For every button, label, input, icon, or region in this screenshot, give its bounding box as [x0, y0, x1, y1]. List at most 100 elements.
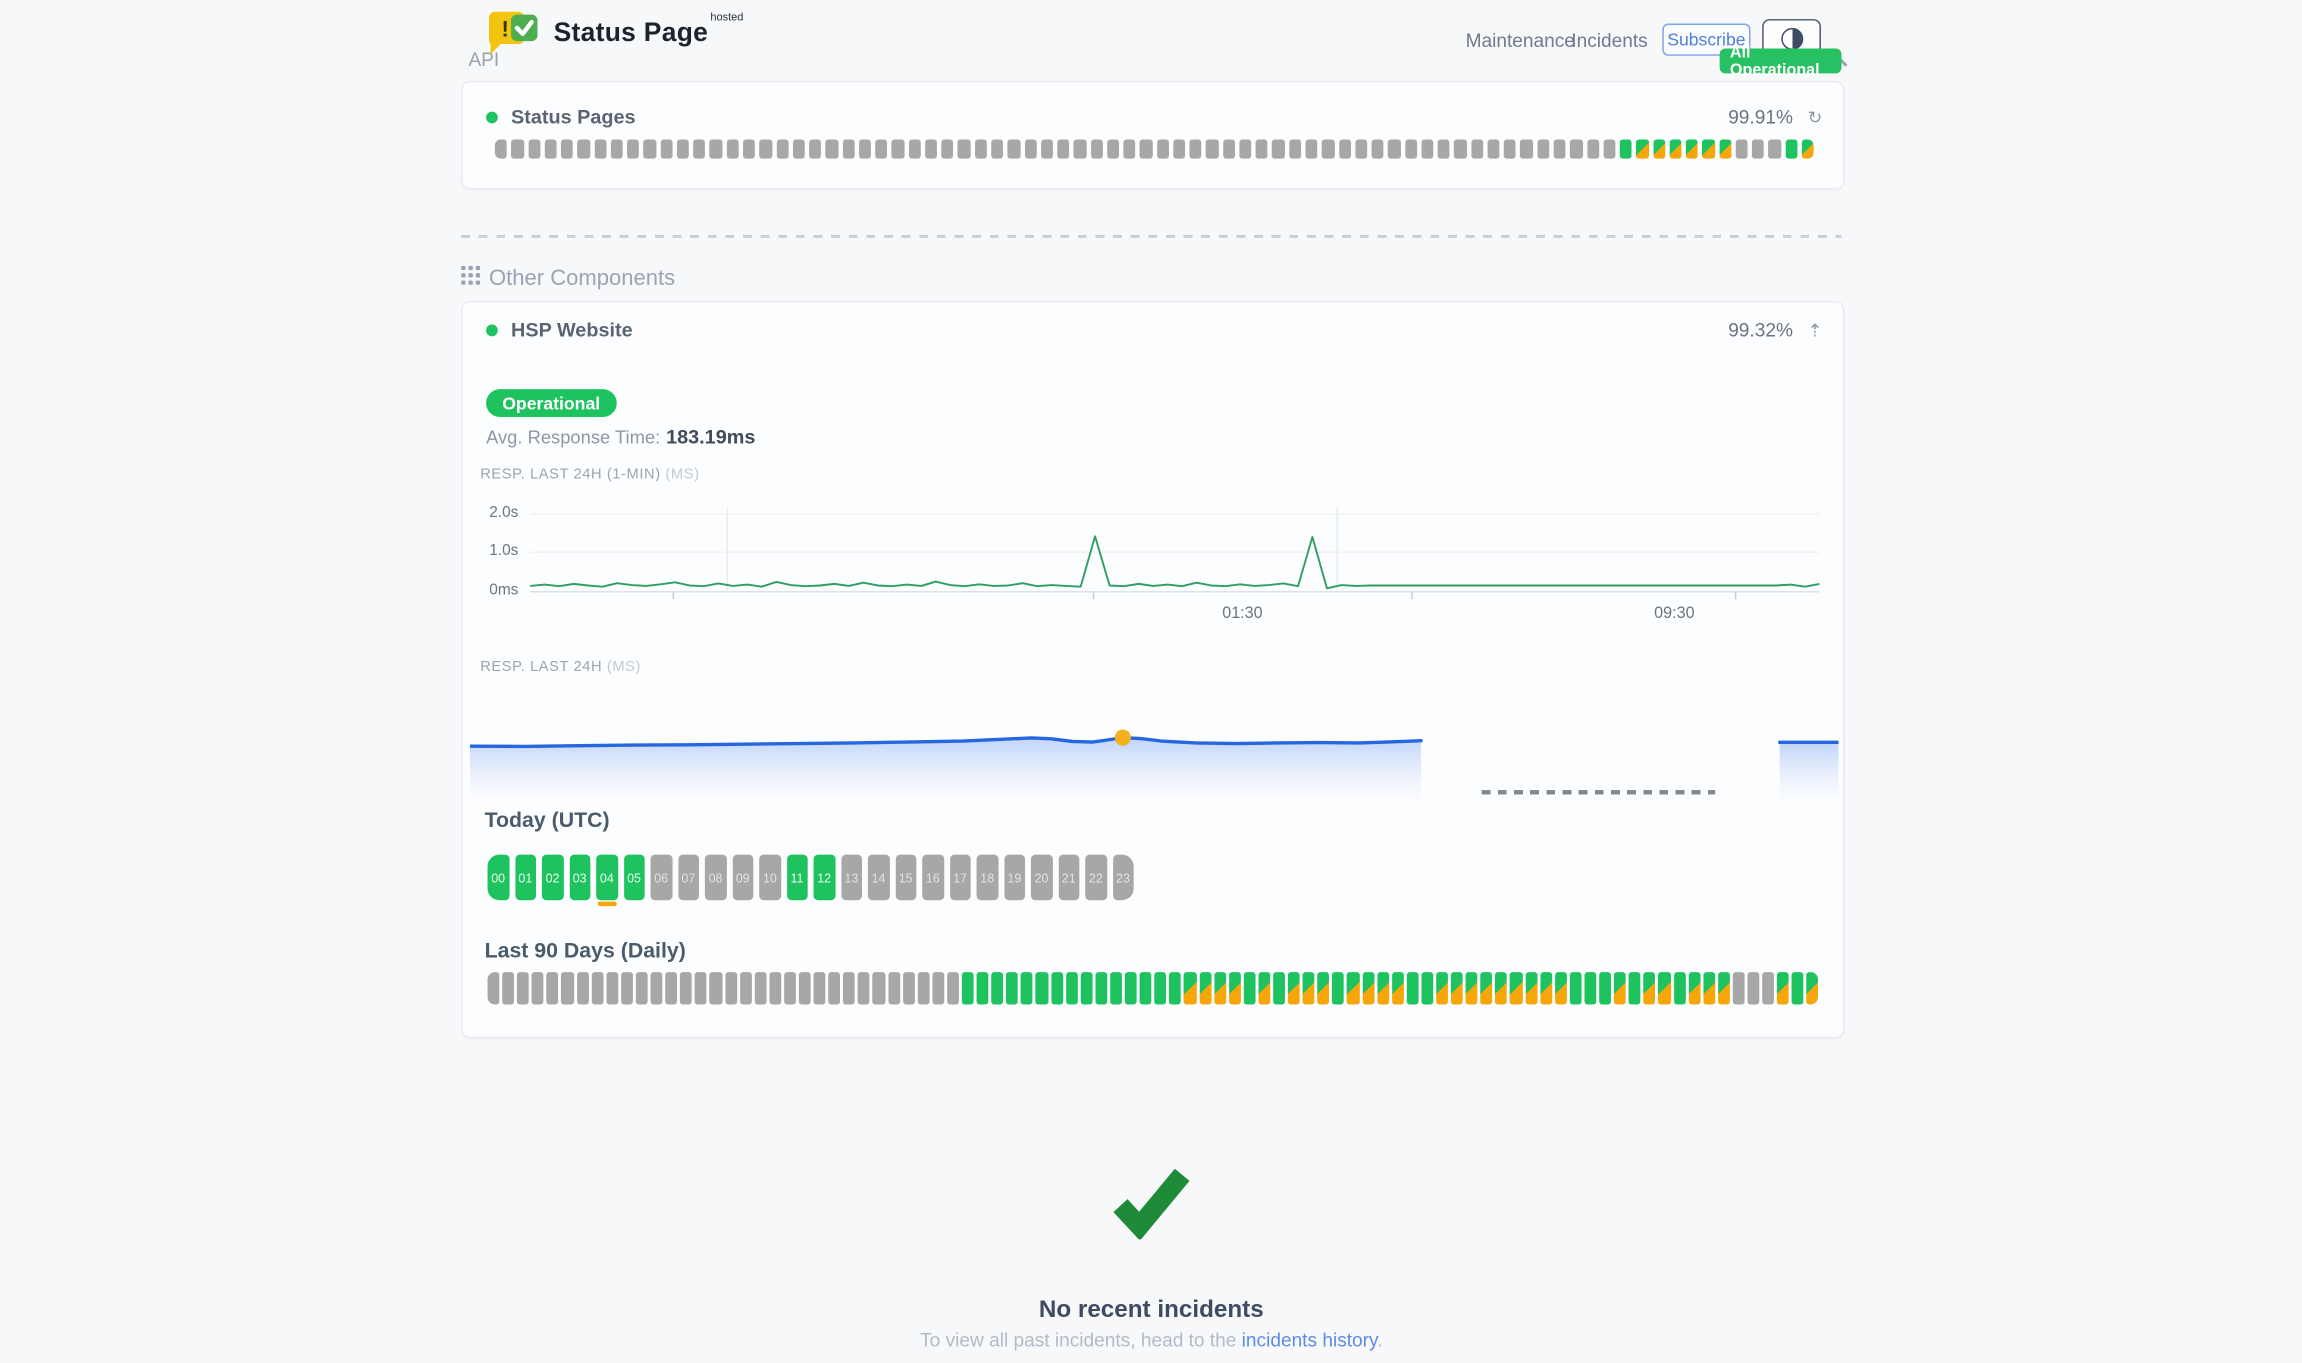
chart1-xtick: 01:30 — [1222, 605, 1262, 623]
day-block — [591, 972, 603, 1004]
day-block — [1184, 972, 1196, 1004]
day-block — [873, 972, 885, 1004]
nav-incidents[interactable]: Incidents — [1571, 29, 1647, 51]
day-block — [532, 972, 544, 1004]
uptime-tick — [776, 140, 788, 159]
day-block — [606, 972, 618, 1004]
uptime-tick — [1785, 140, 1797, 159]
day-block — [621, 972, 633, 1004]
uptime-tick — [1504, 140, 1516, 159]
hour-block-19: 19 — [1004, 855, 1025, 901]
day-block — [740, 972, 752, 1004]
day-block — [1540, 972, 1552, 1004]
uptime-tick — [793, 140, 805, 159]
check-icon — [1109, 1163, 1194, 1239]
component-card-hsp-website: HSP Website 99.32% ⇡ Operational Avg. Re… — [461, 301, 1844, 1038]
day-block — [517, 972, 529, 1004]
day-block — [710, 972, 722, 1004]
hour-block-06: 06 — [651, 855, 672, 901]
uptime-tick — [1124, 140, 1136, 159]
day-block — [1525, 972, 1537, 1004]
day-block — [1703, 972, 1715, 1004]
header: ! Status Page hosted Maintenance Inciden… — [461, 0, 1841, 79]
section-title-api: API — [468, 48, 499, 70]
day-block — [488, 972, 500, 1004]
hour-block-05: 05 — [623, 855, 644, 901]
refresh-icon[interactable]: ↻ — [1808, 106, 1823, 127]
hour-block-14: 14 — [868, 855, 889, 901]
brand-name: Status Page — [554, 18, 709, 47]
nav-maintenance[interactable]: Maintenance — [1466, 29, 1575, 51]
no-incidents-check — [461, 1163, 1841, 1239]
hour-block-01: 01 — [515, 855, 536, 901]
uptime-tick — [528, 140, 540, 159]
day-block — [1614, 972, 1626, 1004]
chart1-ytick-2s: 2.0s — [474, 504, 518, 522]
day-block — [1495, 972, 1507, 1004]
day-block — [1555, 972, 1567, 1004]
incidents-history-link[interactable]: incidents history — [1242, 1329, 1377, 1351]
day-block — [665, 972, 677, 1004]
day-block — [1066, 972, 1078, 1004]
uptime-tick — [677, 140, 689, 159]
uptime-tick — [1669, 140, 1681, 159]
response-time-area-chart — [470, 721, 1839, 803]
uptime-tick — [1223, 140, 1235, 159]
collapse-arrow-icon[interactable]: ⇡ — [1808, 319, 1823, 340]
day-block — [725, 972, 737, 1004]
day-block — [1080, 972, 1092, 1004]
hour-block-20: 20 — [1031, 855, 1052, 901]
uptime-tick — [991, 140, 1003, 159]
day-block — [651, 972, 663, 1004]
uptime-tick — [1603, 140, 1615, 159]
uptime-tick — [1653, 140, 1665, 159]
uptime-tick — [743, 140, 755, 159]
uptime-tick — [760, 140, 772, 159]
uptime-tick — [1554, 140, 1566, 159]
uptime-tick — [1421, 140, 1433, 159]
day-block — [992, 972, 1004, 1004]
uptime-tickbar — [495, 140, 1814, 159]
uptime-percent: 99.32% — [1728, 319, 1793, 341]
day-block — [769, 972, 781, 1004]
status-page: ! Status Page hosted Maintenance Inciden… — [0, 0, 2302, 1363]
uptime-tick — [1487, 140, 1499, 159]
uptime-tick — [1272, 140, 1284, 159]
hour-degraded-strip — [598, 902, 616, 906]
day-block — [1599, 972, 1611, 1004]
day-block — [576, 972, 588, 1004]
day-block — [695, 972, 707, 1004]
day-block — [843, 972, 855, 1004]
grid-icon — [461, 266, 480, 291]
day-block — [1155, 972, 1167, 1004]
uptime-tick — [1355, 140, 1367, 159]
uptime-tick — [1306, 140, 1318, 159]
hour-block-17: 17 — [949, 855, 970, 901]
day-block — [1006, 972, 1018, 1004]
days-title: Last 90 Days (Daily) — [485, 940, 686, 963]
day-block — [754, 972, 766, 1004]
day-block — [1125, 972, 1137, 1004]
uptime-tick — [693, 140, 705, 159]
day-block — [1258, 972, 1270, 1004]
uptime-tick — [627, 140, 639, 159]
uptime-tick — [859, 140, 871, 159]
day-block — [932, 972, 944, 1004]
day-block — [1407, 972, 1419, 1004]
uptime-tick — [1140, 140, 1152, 159]
day-block — [1288, 972, 1300, 1004]
component-card-status-pages: Status Pages 99.91% ↻ — [461, 81, 1844, 190]
day-block — [1644, 972, 1656, 1004]
day-block — [1762, 972, 1774, 1004]
overall-status-badge[interactable]: All Operational — [1720, 48, 1842, 73]
operational-badge: Operational — [486, 389, 616, 417]
hour-block-18: 18 — [977, 855, 998, 901]
chart1-ytick-1s: 1.0s — [474, 542, 518, 560]
uptime-tick — [1041, 140, 1053, 159]
day-block — [814, 972, 826, 1004]
no-data-dashed-line — [1482, 790, 1715, 794]
uptime-tick — [1190, 140, 1202, 159]
uptime-tick — [1405, 140, 1417, 159]
day-block — [1807, 972, 1819, 1004]
uptime-tick — [1537, 140, 1549, 159]
